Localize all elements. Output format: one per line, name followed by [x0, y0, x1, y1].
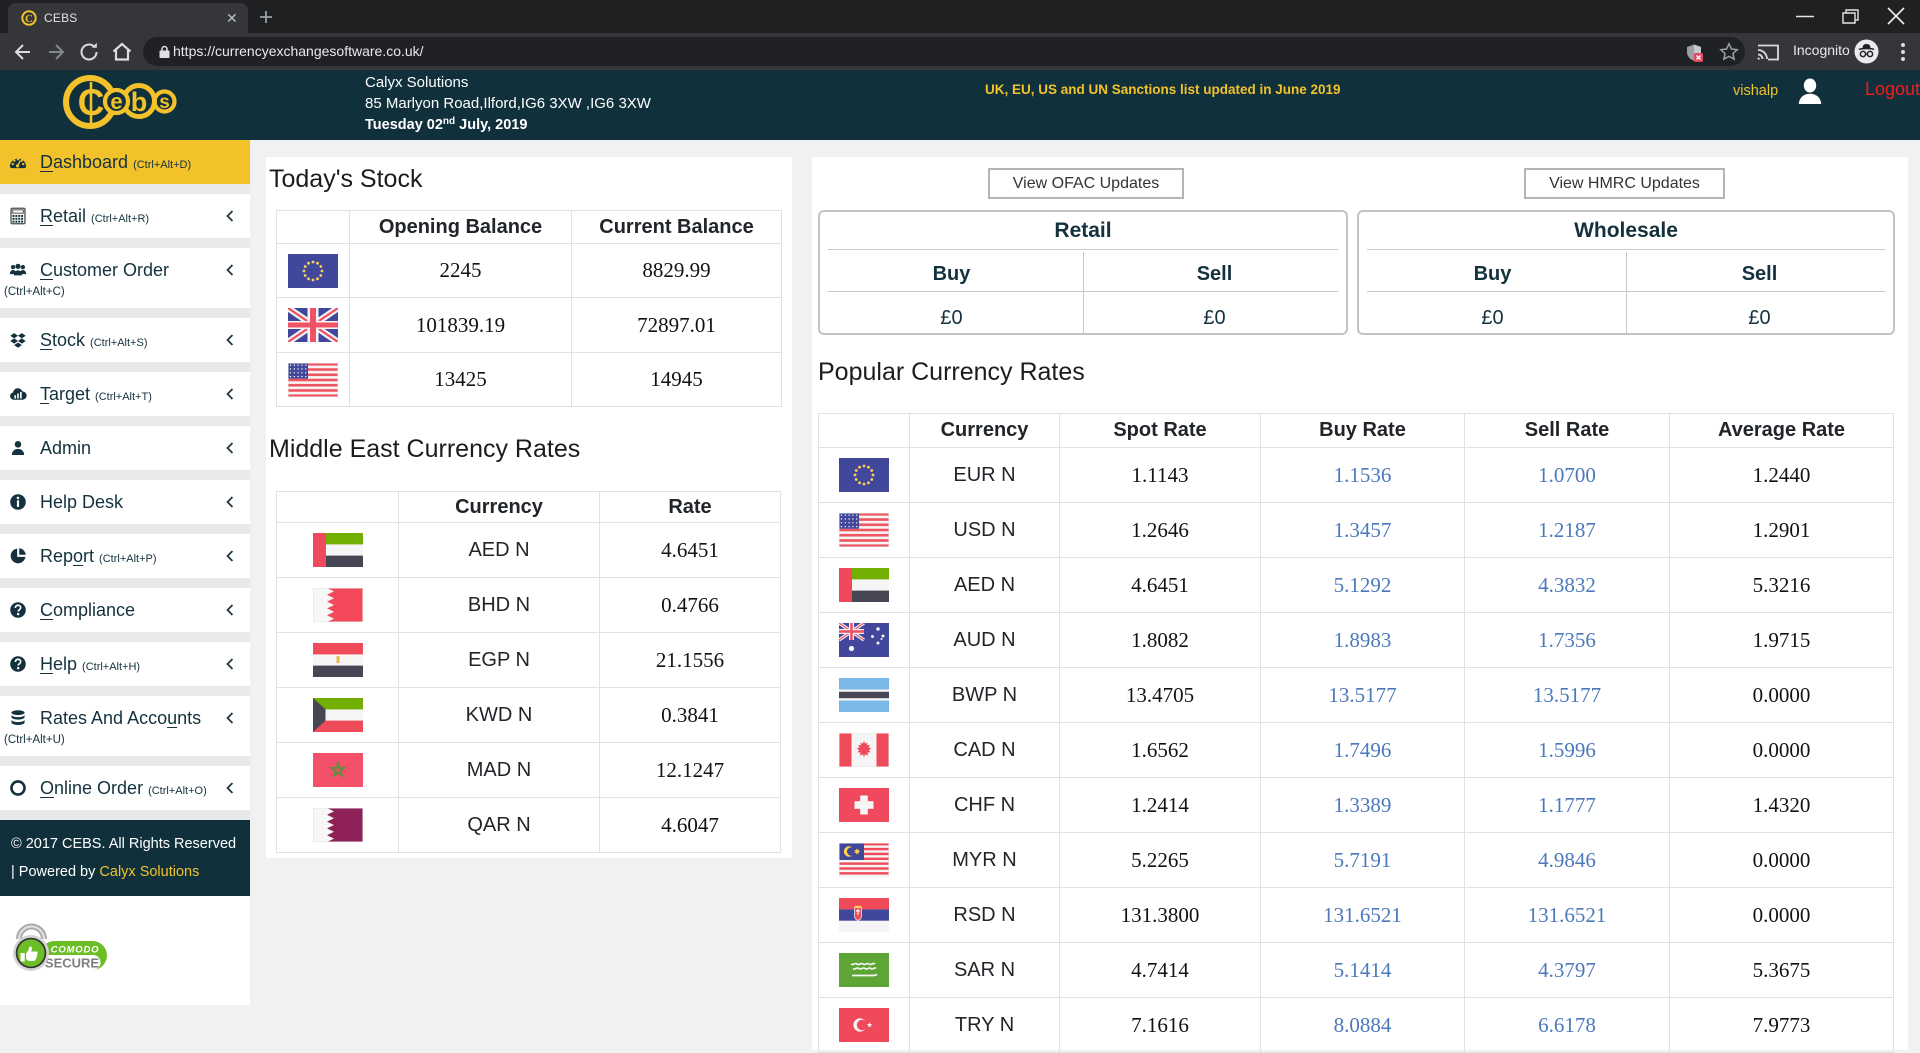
svg-text:e: e: [110, 89, 122, 114]
svg-text:s: s: [159, 92, 170, 113]
svg-text:COMODO: COMODO: [51, 945, 100, 956]
svg-text:C: C: [25, 13, 33, 25]
svg-text:SECURE: SECURE: [45, 956, 100, 971]
svg-text:b: b: [131, 87, 148, 117]
